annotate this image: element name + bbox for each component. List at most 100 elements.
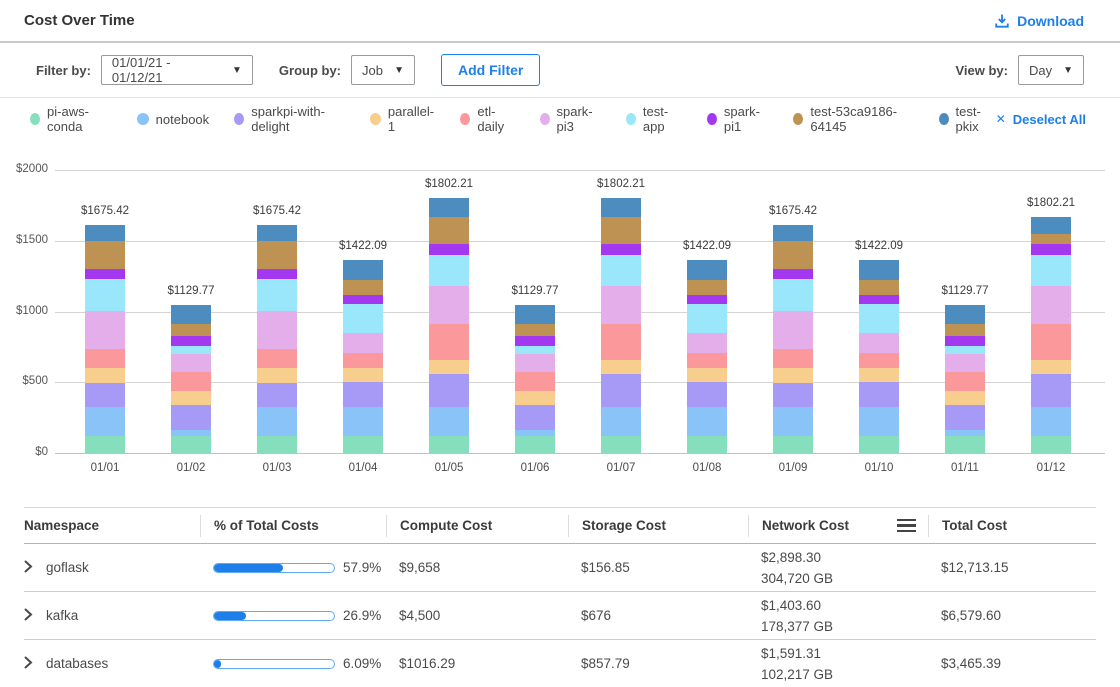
bar-segment-spark-pi3[interactable] (257, 311, 297, 348)
bar-segment-test-pkix[interactable] (429, 198, 469, 216)
bar-segment-parallel-1[interactable] (773, 368, 813, 382)
bar-segment-etl-daily[interactable] (515, 372, 555, 391)
bar-segment-test-53ca9186-64145[interactable] (773, 241, 813, 269)
bar-segment-pi-aws-conda[interactable] (515, 436, 555, 453)
bar-segment-spark-pi1[interactable] (515, 336, 555, 346)
bar-segment-spark-pi3[interactable] (859, 333, 899, 353)
bar-segment-test-53ca9186-64145[interactable] (171, 324, 211, 336)
bar-segment-spark-pi3[interactable] (601, 286, 641, 323)
bar-segment-test-pkix[interactable] (773, 225, 813, 241)
bar-segment-etl-daily[interactable] (85, 349, 125, 369)
bar-segment-notebook[interactable] (343, 407, 383, 436)
bar-segment-sparkpi-with-delight[interactable] (601, 374, 641, 407)
bar-segment-sparkpi-with-delight[interactable] (773, 383, 813, 407)
bar-segment-spark-pi1[interactable] (257, 269, 297, 279)
bar-segment-test-pkix[interactable] (257, 225, 297, 241)
bar-segment-etl-daily[interactable] (429, 324, 469, 361)
bar-segment-pi-aws-conda[interactable] (601, 436, 641, 453)
stacked-bar[interactable] (515, 305, 555, 453)
bar-segment-test-pkix[interactable] (85, 225, 125, 241)
namespace-cell[interactable]: databases (24, 656, 200, 672)
deselect-all-button[interactable]: ✕ Deselect All (996, 112, 1086, 127)
bar-segment-test-53ca9186-64145[interactable] (1031, 234, 1071, 244)
stacked-bar[interactable] (85, 225, 125, 453)
stacked-bar[interactable] (687, 260, 727, 453)
bar-segment-pi-aws-conda[interactable] (343, 436, 383, 453)
stacked-bar[interactable] (945, 305, 985, 453)
bar-segment-spark-pi1[interactable] (343, 295, 383, 304)
bar-segment-pi-aws-conda[interactable] (1031, 436, 1071, 453)
column-header-pct-total[interactable]: % of Total Costs (200, 515, 386, 537)
bar-segment-notebook[interactable] (601, 407, 641, 436)
legend-item[interactable]: parallel-1 (370, 104, 435, 134)
bar-segment-parallel-1[interactable] (171, 391, 211, 405)
namespace-cell[interactable]: goflask (24, 560, 200, 576)
bar-segment-parallel-1[interactable] (1031, 360, 1071, 373)
bar-segment-etl-daily[interactable] (257, 349, 297, 369)
column-menu-icon[interactable] (897, 519, 916, 533)
chevron-right-icon[interactable] (24, 560, 33, 576)
chevron-right-icon[interactable] (24, 608, 33, 624)
bar-segment-pi-aws-conda[interactable] (859, 436, 899, 453)
bar-segment-parallel-1[interactable] (429, 360, 469, 373)
stacked-bar[interactable] (343, 260, 383, 453)
bar-segment-spark-pi1[interactable] (1031, 244, 1071, 255)
column-header-network[interactable]: Network Cost (748, 515, 928, 537)
bar-segment-notebook[interactable] (1031, 407, 1071, 435)
legend-item[interactable]: notebook (137, 112, 210, 127)
bar-segment-spark-pi1[interactable] (171, 336, 211, 346)
bar-segment-spark-pi1[interactable] (429, 244, 469, 255)
bar-segment-notebook[interactable] (859, 407, 899, 436)
bar-segment-spark-pi1[interactable] (601, 244, 641, 255)
bar-segment-test-app[interactable] (945, 346, 985, 354)
bar-segment-spark-pi3[interactable] (773, 311, 813, 348)
bar-segment-test-app[interactable] (859, 304, 899, 333)
bar-segment-test-pkix[interactable] (687, 260, 727, 280)
bar-segment-spark-pi1[interactable] (773, 269, 813, 279)
bar-segment-test-53ca9186-64145[interactable] (257, 241, 297, 269)
bar-segment-sparkpi-with-delight[interactable] (1031, 374, 1071, 408)
bar-segment-parallel-1[interactable] (257, 368, 297, 382)
chevron-right-icon[interactable] (24, 656, 33, 672)
bar-segment-test-app[interactable] (171, 346, 211, 354)
date-range-dropdown[interactable]: 01/01/21 - 01/12/21 ▼ (101, 55, 253, 85)
bar-segment-pi-aws-conda[interactable] (257, 436, 297, 453)
stacked-bar[interactable] (257, 225, 297, 453)
legend-item[interactable]: spark-pi3 (540, 104, 601, 134)
bar-segment-etl-daily[interactable] (859, 353, 899, 369)
bar-segment-etl-daily[interactable] (1031, 324, 1071, 361)
bar-segment-test-pkix[interactable] (515, 305, 555, 324)
legend-item[interactable]: test-pkix (939, 104, 996, 134)
column-header-compute[interactable]: Compute Cost (386, 515, 568, 537)
bar-segment-notebook[interactable] (257, 407, 297, 436)
bar-segment-test-pkix[interactable] (859, 260, 899, 280)
bar-segment-sparkpi-with-delight[interactable] (859, 382, 899, 407)
bar-segment-etl-daily[interactable] (171, 372, 211, 391)
bar-segment-test-app[interactable] (601, 255, 641, 287)
bar-segment-pi-aws-conda[interactable] (773, 436, 813, 453)
bar-segment-test-app[interactable] (773, 279, 813, 312)
bar-segment-test-pkix[interactable] (171, 305, 211, 324)
column-header-storage[interactable]: Storage Cost (568, 515, 748, 537)
bar-segment-notebook[interactable] (773, 407, 813, 436)
bar-segment-test-app[interactable] (1031, 255, 1071, 287)
legend-item[interactable]: etl-daily (460, 104, 514, 134)
bar-segment-pi-aws-conda[interactable] (171, 436, 211, 453)
bar-segment-test-app[interactable] (257, 279, 297, 312)
download-button[interactable]: Download (994, 13, 1084, 29)
bar-segment-notebook[interactable] (429, 407, 469, 436)
column-header-namespace[interactable]: Namespace (24, 515, 200, 537)
bar-segment-parallel-1[interactable] (601, 360, 641, 373)
bar-segment-test-app[interactable] (687, 304, 727, 333)
stacked-bar[interactable] (601, 198, 641, 453)
bar-segment-test-app[interactable] (85, 279, 125, 312)
bar-segment-spark-pi1[interactable] (687, 295, 727, 304)
bar-segment-notebook[interactable] (85, 407, 125, 436)
bar-segment-spark-pi3[interactable] (687, 333, 727, 353)
legend-item[interactable]: test-53ca9186-64145 (793, 104, 913, 134)
bar-segment-sparkpi-with-delight[interactable] (257, 383, 297, 407)
namespace-cell[interactable]: kafka (24, 608, 200, 624)
bar-segment-sparkpi-with-delight[interactable] (343, 382, 383, 407)
bar-segment-test-app[interactable] (429, 255, 469, 287)
bar-segment-pi-aws-conda[interactable] (687, 436, 727, 453)
